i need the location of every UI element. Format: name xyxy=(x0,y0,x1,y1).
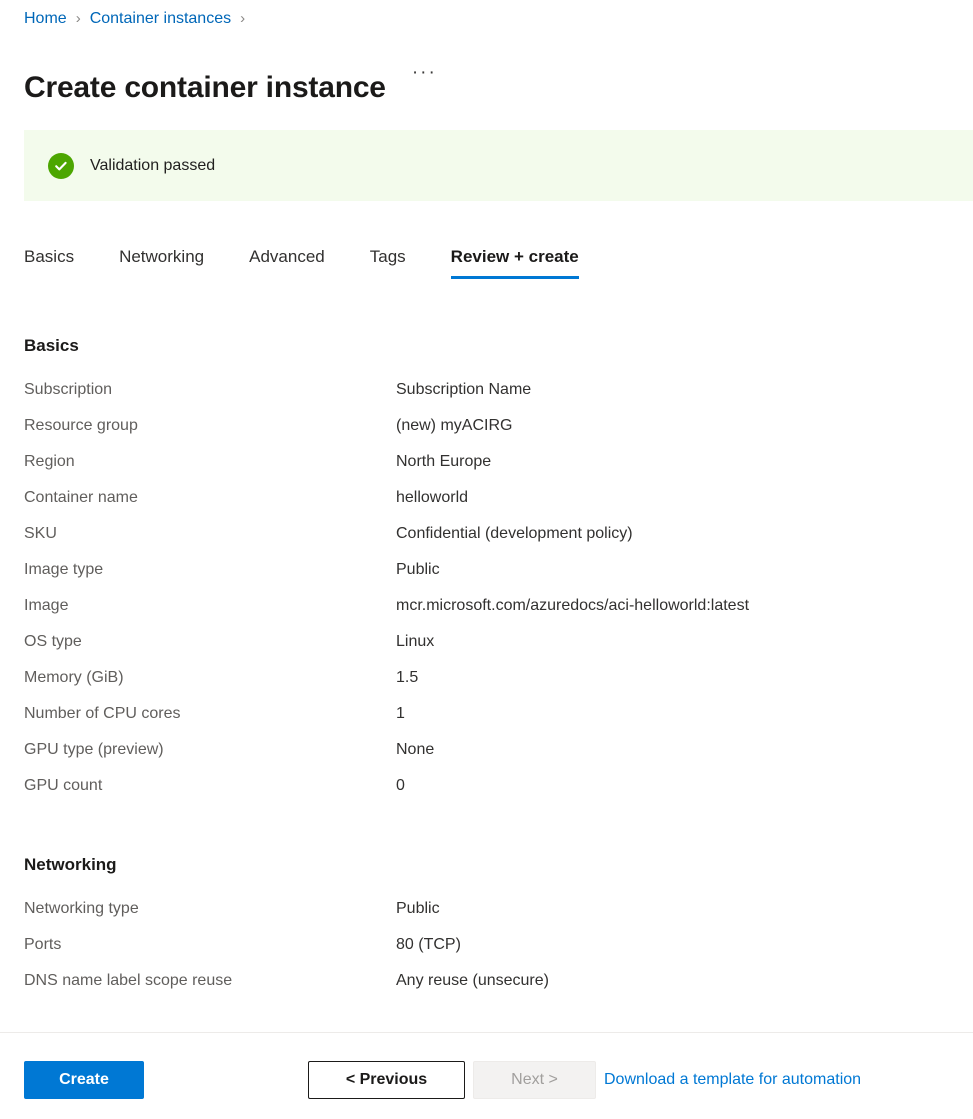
summary-value: Public xyxy=(396,559,440,581)
create-button[interactable]: Create xyxy=(24,1061,144,1099)
tab-advanced[interactable]: Advanced xyxy=(249,245,325,279)
validation-message: Validation passed xyxy=(90,155,215,177)
summary-row-networking-type: Networking type Public xyxy=(24,898,944,934)
validation-banner: Validation passed xyxy=(24,130,973,201)
summary-row-image-type: Image type Public xyxy=(24,559,944,595)
summary-label: Memory (GiB) xyxy=(24,667,396,689)
previous-button[interactable]: < Previous xyxy=(308,1061,465,1099)
summary-value: helloworld xyxy=(396,487,468,509)
page-title: Create container instance xyxy=(24,68,386,108)
tab-review-create[interactable]: Review + create xyxy=(451,245,579,279)
breadcrumb-separator-icon: › xyxy=(76,7,81,31)
summary-label: Image type xyxy=(24,559,396,581)
breadcrumb-item-container-instances[interactable]: Container instances xyxy=(90,7,231,31)
download-template-link[interactable]: Download a template for automation xyxy=(604,1061,861,1099)
section-title-basics: Basics xyxy=(24,334,944,358)
summary-label: Container name xyxy=(24,487,396,509)
check-circle-icon xyxy=(48,153,74,179)
summary-row-ports: Ports 80 (TCP) xyxy=(24,934,944,970)
summary-label: OS type xyxy=(24,631,396,653)
summary-row-gpu-count: GPU count 0 xyxy=(24,775,944,811)
tab-tags[interactable]: Tags xyxy=(370,245,406,279)
summary-label: Resource group xyxy=(24,415,396,437)
summary-value: Linux xyxy=(396,631,434,653)
summary-row-memory: Memory (GiB) 1.5 xyxy=(24,667,944,703)
summary-row-sku: SKU Confidential (development policy) xyxy=(24,523,944,559)
next-button: Next > xyxy=(473,1061,596,1099)
summary-row-os-type: OS type Linux xyxy=(24,631,944,667)
summary-value: None xyxy=(396,739,434,761)
summary-row-resource-group: Resource group (new) myACIRG xyxy=(24,415,944,451)
summary-label: Number of CPU cores xyxy=(24,703,396,725)
summary-value: 80 (TCP) xyxy=(396,934,461,956)
summary-row-image: Image mcr.microsoft.com/azuredocs/aci-he… xyxy=(24,595,944,631)
breadcrumb-item-home[interactable]: Home xyxy=(24,7,67,31)
section-networking: Networking Networking type Public Ports … xyxy=(24,853,944,1006)
summary-value: Subscription Name xyxy=(396,379,531,401)
breadcrumb-separator-icon: › xyxy=(240,7,245,31)
summary-value: mcr.microsoft.com/azuredocs/aci-hellowor… xyxy=(396,595,749,617)
section-title-networking: Networking xyxy=(24,853,944,877)
summary-label: Subscription xyxy=(24,379,396,401)
summary-row-region: Region North Europe xyxy=(24,451,944,487)
page-header: Create container instance ··· xyxy=(24,48,439,128)
summary-label: SKU xyxy=(24,523,396,545)
summary-row-gpu-type: GPU type (preview) None xyxy=(24,739,944,775)
summary-label: Networking type xyxy=(24,898,396,920)
summary-row-container-name: Container name helloworld xyxy=(24,487,944,523)
summary-value: 1 xyxy=(396,703,405,725)
wizard-tabs: Basics Networking Advanced Tags Review +… xyxy=(24,245,579,293)
footer-action-bar: Create < Previous Next > Download a temp… xyxy=(0,1032,973,1119)
breadcrumb: Home › Container instances › xyxy=(24,7,254,31)
summary-label: Ports xyxy=(24,934,396,956)
tab-networking[interactable]: Networking xyxy=(119,245,204,279)
summary-label: Image xyxy=(24,595,396,617)
more-actions-icon[interactable]: ··· xyxy=(410,60,439,92)
summary-label: DNS name label scope reuse xyxy=(24,970,396,992)
summary-value: 0 xyxy=(396,775,405,797)
summary-label: GPU type (preview) xyxy=(24,739,396,761)
summary-value: Confidential (development policy) xyxy=(396,523,633,545)
summary-row-subscription: Subscription Subscription Name xyxy=(24,379,944,415)
summary-value: (new) myACIRG xyxy=(396,415,512,437)
summary-label: GPU count xyxy=(24,775,396,797)
summary-value: Any reuse (unsecure) xyxy=(396,970,549,992)
summary-value: Public xyxy=(396,898,440,920)
summary-value: North Europe xyxy=(396,451,491,473)
summary-row-dns-name-label-scope-reuse: DNS name label scope reuse Any reuse (un… xyxy=(24,970,944,1006)
section-basics: Basics Subscription Subscription Name Re… xyxy=(24,334,944,811)
summary-label: Region xyxy=(24,451,396,473)
summary-value: 1.5 xyxy=(396,667,418,689)
tab-basics[interactable]: Basics xyxy=(24,245,74,279)
summary-row-cpu-cores: Number of CPU cores 1 xyxy=(24,703,944,739)
